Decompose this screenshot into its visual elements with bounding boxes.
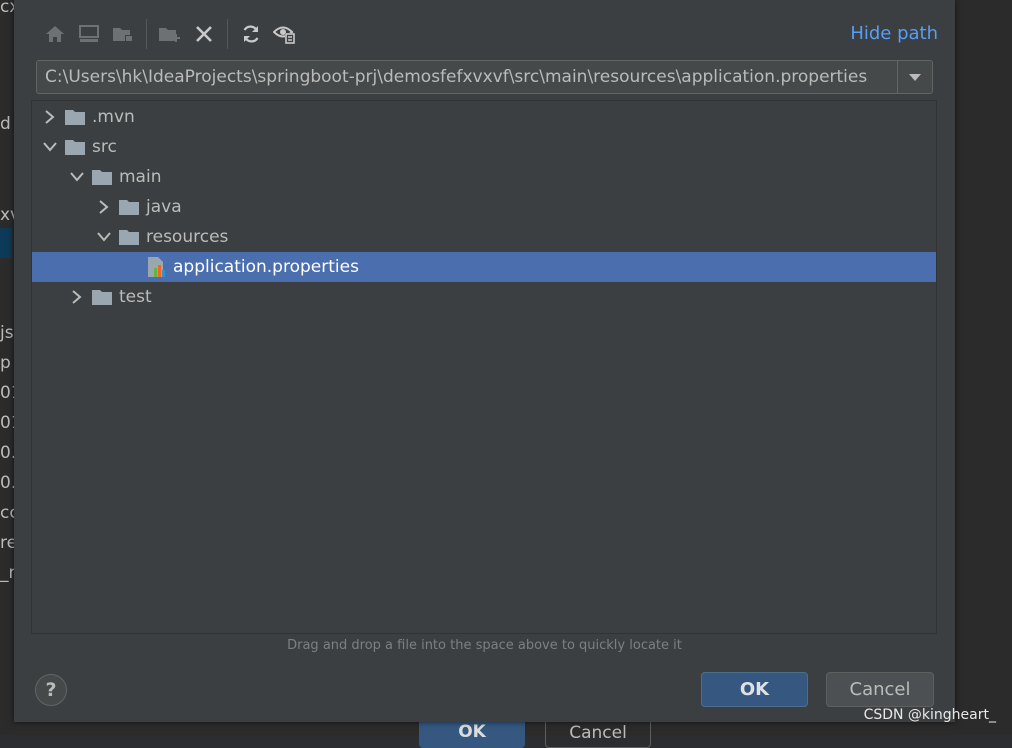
folder-icon [64,138,86,156]
background-right-strip [955,0,1012,735]
path-dropdown-button[interactable] [897,61,932,93]
chevron-down-icon [909,74,921,81]
home-button[interactable] [38,18,72,50]
project-folder-icon [113,28,133,42]
tree-row-folder[interactable]: java [32,192,936,222]
tree-row-label: test [119,287,152,307]
background-text-fragment: _n [0,563,14,583]
chevron-right-icon[interactable] [40,102,60,132]
folder-icon [118,198,140,216]
tree-row-label: application.properties [173,257,359,277]
chevron-down-icon[interactable] [67,162,87,192]
background-text-fragment: cc [0,503,14,523]
background-text-fragment: 0. [0,473,14,493]
tree-row-label: main [119,167,162,187]
path-input[interactable] [37,61,899,93]
background-selection [0,228,12,258]
show-hidden-button[interactable] [268,18,302,50]
background-text-fragment: 01 [0,413,14,433]
tree-row-folder[interactable]: resources [32,222,936,252]
toolbar [38,18,302,50]
tree-row-folder[interactable]: main [32,162,936,192]
desktop-icon [79,25,99,42]
file-chooser-dialog: Hide path .mvn srcmain java resources applic… [14,0,955,722]
background-text-fragment: re [0,533,14,553]
chevron-down-icon[interactable] [40,132,60,162]
refresh-button[interactable] [234,18,268,50]
ok-button[interactable]: OK [701,672,808,707]
delete-icon [196,26,212,42]
folder-icon [91,168,113,186]
background-text-fragment: p [0,353,11,373]
background-ok-button: OK [419,718,525,748]
hide-path-link[interactable]: Hide path [850,23,938,44]
tree-row-label: resources [146,227,229,247]
tree-row-label: src [92,137,117,157]
new-folder-button[interactable] [153,18,187,50]
background-editor-strip: cx d xv js p 01 01 0. 0. cc re _n [0,0,14,735]
project-folder-button[interactable] [106,18,140,50]
folder-icon [118,228,140,246]
refresh-icon [243,25,259,43]
watermark: CSDN @kingheart_ [863,707,996,723]
background-text-fragment: d [0,114,11,134]
tree-row-file[interactable]: application.properties [32,252,936,282]
tree-row-folder[interactable]: test [32,282,936,312]
cancel-button[interactable]: Cancel [826,672,934,707]
new-folder-icon [159,28,180,42]
tree-row-label: java [146,197,182,217]
background-text-fragment: js [0,323,14,343]
chevron-down-icon[interactable] [94,222,114,252]
help-button[interactable]: ? [35,674,67,706]
tree-row-folder[interactable]: src [32,132,936,162]
folder-icon [64,108,86,126]
background-text-fragment: xv [0,205,14,225]
tree-row-label: .mvn [92,107,135,127]
folder-icon [91,288,113,306]
drag-drop-hint: Drag and drop a file into the space abov… [287,638,682,653]
toolbar-separator [227,19,228,49]
background-cancel-button: Cancel [545,718,651,748]
chevron-right-icon[interactable] [94,192,114,222]
chevron-right-icon[interactable] [67,282,87,312]
background-text-fragment: cx [0,0,14,17]
toolbar-separator [146,19,147,49]
delete-button[interactable] [187,18,221,50]
file-tree[interactable]: .mvn src main java resources application.prop… [31,100,937,634]
home-icon [46,26,64,42]
properties-file-icon [145,257,167,277]
background-text-fragment: 01 [0,383,14,403]
desktop-button[interactable] [72,18,106,50]
show-hidden-icon [273,26,295,44]
background-text-fragment: 0. [0,443,14,463]
path-combo[interactable] [36,60,933,94]
tree-row-folder[interactable]: .mvn [32,102,936,132]
